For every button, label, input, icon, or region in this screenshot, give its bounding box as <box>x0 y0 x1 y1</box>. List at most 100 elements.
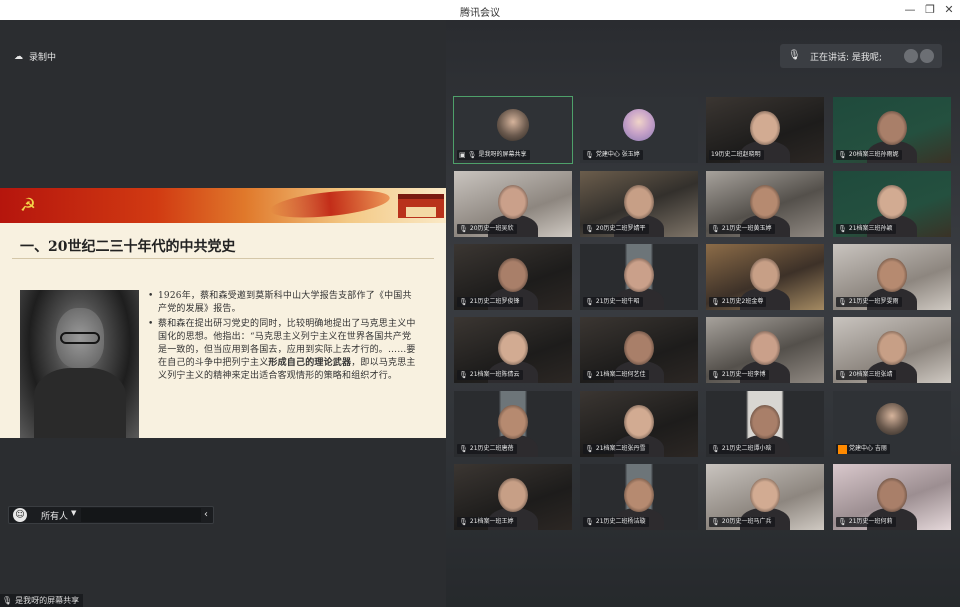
mic-icon: 🎙 <box>459 225 468 233</box>
participant-name-tag: 🎙 21历史2班金尊 <box>709 297 767 307</box>
participant-tile[interactable]: 🎙 20历史二班罗婧平 <box>580 171 698 237</box>
screen-share-pill[interactable]: 🎙 是我呀的屏幕共享 <box>0 594 84 607</box>
shared-screen-area: ☁ 录制中 ☭ 一、20世纪二三十年代的中共党史 1926年，蔡和森受邀到莫斯科… <box>0 20 446 607</box>
participant-gallery: 🎙 正在讲话: 是我呢; ▣ 🎙 是我呀的屏幕共享 🎙 党建中心 张玉婷 19历史二班赵晓… <box>446 20 960 607</box>
participant-tile[interactable]: 🎙 21历史二班唐蓓 <box>454 391 572 457</box>
org-icon <box>838 444 847 454</box>
participant-name: 21历史二班杨洁璇 <box>595 518 646 525</box>
recording-label: 录制中 <box>29 53 57 63</box>
minimize-icon[interactable]: — <box>902 2 918 18</box>
participant-tile[interactable]: 🎙 21历史一班李博 <box>706 317 824 383</box>
person-head <box>624 478 654 512</box>
participant-tile[interactable]: 🎙 20历史一班吴欣 <box>454 171 572 237</box>
person-head <box>750 111 780 145</box>
screen-share-icon: ▣ <box>459 151 466 159</box>
mic-icon: 🎙 <box>711 371 720 379</box>
participant-name: 党建中心 张玉婷 <box>595 151 640 158</box>
slide-divider <box>12 258 434 259</box>
participant-name-tag: 🎙 20历史一班马广兵 <box>709 517 775 527</box>
mic-icon: 🎙 <box>585 151 594 159</box>
participant-tile[interactable]: 🎙 21历史一班黄玉婷 <box>706 171 824 237</box>
mic-icon: 🎙 <box>459 298 468 306</box>
participant-name-tag: 🎙 21历史二班罗俊锋 <box>457 297 523 307</box>
mic-icon: 🎙 <box>459 445 468 453</box>
chat-input[interactable] <box>81 508 201 522</box>
window-title: 腾讯会议 <box>460 8 500 19</box>
participant-name: 21历史2班金尊 <box>721 298 764 305</box>
mic-icon: 🎙 <box>711 225 720 233</box>
cloud-icon: ☁ <box>14 51 23 62</box>
participant-name-tag: 🎙 党建中心 张玉婷 <box>583 150 643 160</box>
mic-icon: 🎙 <box>788 50 801 61</box>
participant-tile[interactable]: 🎙 20历史一班马广兵 <box>706 464 824 530</box>
mic-icon: 🎙 <box>585 518 594 526</box>
participant-name-tag: 🎙 21档案二班张丹雪 <box>583 444 649 454</box>
participant-name-tag: 🎙 20历史二班罗婧平 <box>583 224 649 234</box>
portrait-photo <box>20 290 139 438</box>
party-emblem-icon: ☭ <box>19 195 37 216</box>
person-head <box>498 185 528 219</box>
mic-icon: 🎙 <box>838 298 847 306</box>
mic-icon: 🎙 <box>459 518 468 526</box>
mic-icon: 🎙 <box>838 371 847 379</box>
participant-name: 21历史一班牛昭 <box>595 298 640 305</box>
participant-tile[interactable]: 🎙 21历史一班罗雯雨 <box>833 244 951 310</box>
participant-tile[interactable]: 🎙 21历史二班罗俊锋 <box>454 244 572 310</box>
recording-indicator[interactable]: ☁ 录制中 <box>14 50 57 64</box>
participant-name-tag: 🎙 21档案一班陈倩云 <box>457 370 523 380</box>
person-head <box>877 478 907 512</box>
mic-icon: 🎙 <box>2 596 13 605</box>
person-head <box>750 405 780 439</box>
participant-name: 21历史二班罗俊锋 <box>469 298 520 305</box>
person-head <box>624 258 654 292</box>
participant-name: 党建中心 吉丽 <box>849 445 887 452</box>
chevron-left-icon[interactable]: ‹ <box>199 508 213 522</box>
participant-tile[interactable]: 🎙 21档案二班何艺佳 <box>580 317 698 383</box>
person-head <box>877 258 907 292</box>
participant-tile[interactable]: 🎙 21历史一班何莉 <box>833 464 951 530</box>
participant-name-tag: 🎙 21历史一班黄玉婷 <box>709 224 775 234</box>
participant-name: 20档案三班孙雨妮 <box>848 151 899 158</box>
participant-name-tag: 🎙 21档案一班王婷 <box>457 517 517 527</box>
participant-tile[interactable]: 🎙 20档案三班孙雨妮 <box>833 97 951 163</box>
participant-name: 21历史二班谭小晗 <box>721 445 772 452</box>
speaking-indicator: 🎙 正在讲话: 是我呢; <box>780 44 942 68</box>
participant-tile[interactable]: 🎙 21档案三班孙颖 <box>833 171 951 237</box>
person-head <box>498 478 528 512</box>
mic-icon: 🎙 <box>711 445 720 453</box>
title-bar: 腾讯会议 — ❐ ✕ <box>0 0 960 20</box>
participant-tile[interactable]: 🎙 21档案二班张丹雪 <box>580 391 698 457</box>
person-head <box>624 331 654 365</box>
participant-name-tag: 🎙 21历史一班牛昭 <box>583 297 643 307</box>
participant-tile[interactable]: 🎙 21档案一班王婷 <box>454 464 572 530</box>
mic-icon: 🎙 <box>585 445 594 453</box>
participant-tile[interactable]: 党建中心 吉丽 <box>833 391 951 457</box>
mic-icon: 🎙 <box>467 151 477 159</box>
participant-tile[interactable]: 🎙 21档案一班陈倩云 <box>454 317 572 383</box>
person-head <box>498 258 528 292</box>
participant-name: 21历史一班罗雯雨 <box>848 298 899 305</box>
participant-tile[interactable]: 19历史二班赵晓明 <box>706 97 824 163</box>
participant-tile[interactable]: ▣ 🎙 是我呀的屏幕共享 <box>453 96 573 164</box>
chevron-down-icon[interactable]: ▼ <box>71 509 76 517</box>
close-icon[interactable]: ✕ <box>941 2 957 18</box>
participant-tile[interactable]: 🎙 21历史2班金尊 <box>706 244 824 310</box>
person-head <box>877 111 907 145</box>
mic-icon: 🎙 <box>838 518 847 526</box>
avatar <box>876 403 908 435</box>
participant-tile[interactable]: 🎙 20档案三班张靖 <box>833 317 951 383</box>
participant-tile[interactable]: 🎙 21历史二班杨洁璇 <box>580 464 698 530</box>
recipient-select[interactable]: 所有人 <box>41 509 68 522</box>
restore-icon[interactable]: ❐ <box>922 2 938 18</box>
participant-tile[interactable]: 🎙 21历史二班谭小晗 <box>706 391 824 457</box>
participant-tile[interactable]: 🎙 21历史一班牛昭 <box>580 244 698 310</box>
participant-name-tag: 🎙 21历史二班唐蓓 <box>457 444 517 454</box>
participant-name-tag: 🎙 21历史一班罗雯雨 <box>836 297 902 307</box>
avatar <box>920 49 934 63</box>
participant-name: 20历史二班罗婧平 <box>595 225 646 232</box>
presentation-slide: ☭ 一、20世纪二三十年代的中共党史 1926年，蔡和森受邀到莫斯科中山大学报告… <box>0 188 446 438</box>
participant-tile[interactable]: 🎙 党建中心 张玉婷 <box>580 97 698 163</box>
participant-name-tag: 🎙 21历史一班李博 <box>709 370 769 380</box>
participant-name-tag: 🎙 21历史二班杨洁璇 <box>583 517 649 527</box>
smile-icon[interactable]: ☺ <box>13 508 27 522</box>
